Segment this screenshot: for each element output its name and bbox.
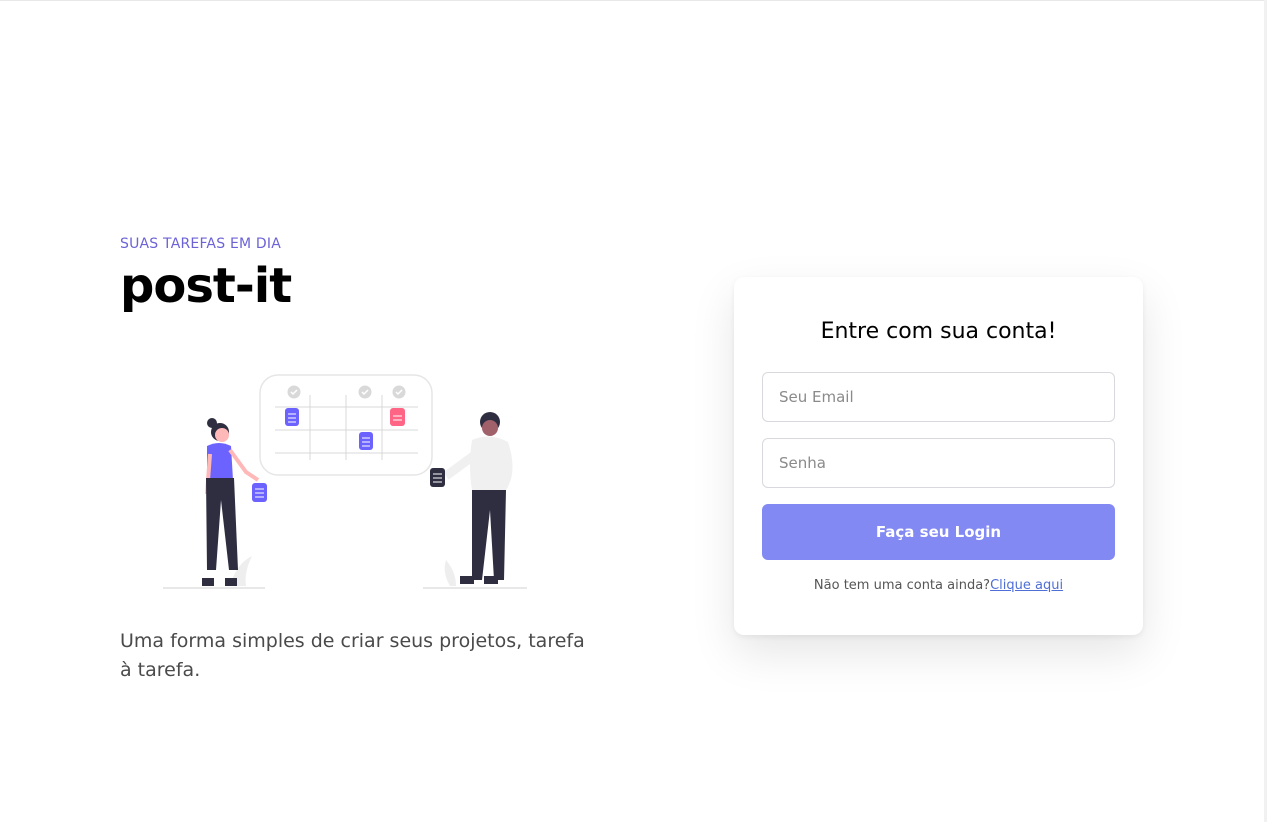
signup-link[interactable]: Clique aqui — [990, 578, 1063, 593]
email-input[interactable] — [762, 372, 1115, 422]
team-planning-illustration-icon — [163, 374, 527, 589]
brand-title: post-it — [120, 258, 292, 314]
password-input[interactable] — [762, 438, 1115, 488]
hero-section: SUAS TAREFAS EM DIA post-it — [120, 236, 590, 314]
login-button[interactable]: Faça seu Login — [762, 504, 1115, 560]
signup-prompt-text: Não tem uma conta ainda? — [813, 578, 991, 593]
hero-eyebrow: SUAS TAREFAS EM DIA — [120, 236, 282, 252]
top-border — [0, 0, 1267, 1]
signup-prompt: Não tem uma conta ainda?Clique aqui — [734, 578, 1143, 593]
hero-tagline: Uma forma simples de criar seus projetos… — [120, 630, 585, 681]
login-card: Entre com sua conta! Faça seu Login Não … — [734, 277, 1143, 635]
login-title: Entre com sua conta! — [820, 319, 1057, 344]
